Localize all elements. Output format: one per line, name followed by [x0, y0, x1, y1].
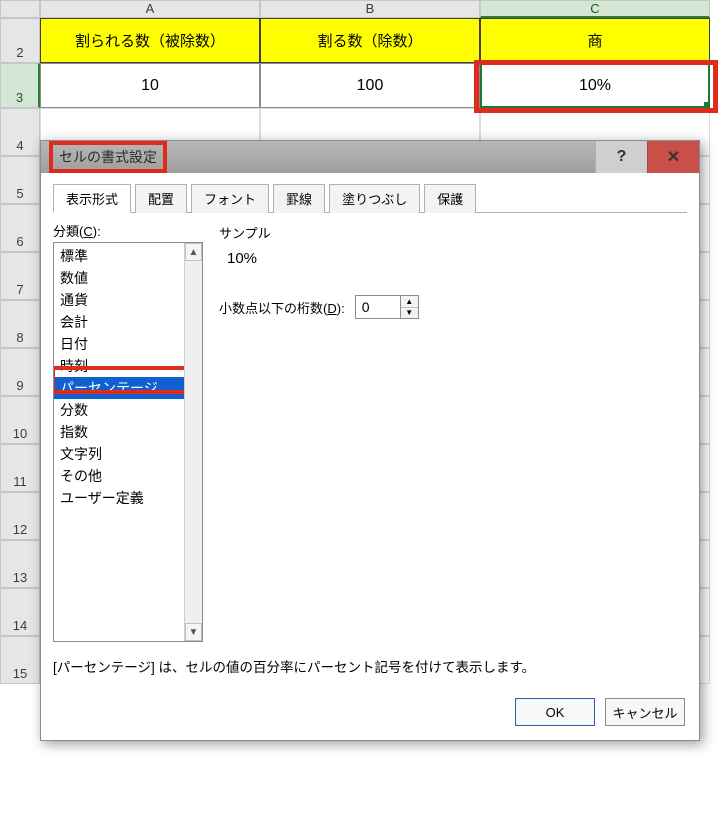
format-cells-dialog: セルの書式設定 ? ✕ 表示形式 配置 フォント 罫線 塗りつぶし 保護 分類(…: [40, 140, 700, 741]
category-item-text[interactable]: 文字列: [54, 443, 184, 465]
row-header-4[interactable]: 4: [0, 108, 40, 156]
cancel-button[interactable]: キャンセル: [605, 698, 685, 726]
row-header-12[interactable]: 12: [0, 492, 40, 540]
row-header-8[interactable]: 8: [0, 300, 40, 348]
scroll-down-icon[interactable]: ▼: [185, 623, 202, 641]
cell-A2[interactable]: 割られる数（被除数）: [40, 18, 260, 63]
decimals-input[interactable]: [356, 296, 400, 318]
dialog-close-button[interactable]: ✕: [647, 141, 699, 173]
category-item-currency[interactable]: 通貨: [54, 289, 184, 311]
ok-button[interactable]: OK: [515, 698, 595, 726]
spinner-up-icon[interactable]: ▲: [401, 296, 418, 308]
cell-B2[interactable]: 割る数（除数）: [260, 18, 480, 63]
category-item-accounting[interactable]: 会計: [54, 311, 184, 333]
row-header-2[interactable]: 2: [0, 18, 40, 63]
row-header-11[interactable]: 11: [0, 444, 40, 492]
sample-value: 10%: [219, 246, 687, 281]
category-item-number[interactable]: 数値: [54, 267, 184, 289]
category-item-standard[interactable]: 標準: [54, 245, 184, 267]
dialog-help-button[interactable]: ?: [595, 141, 647, 173]
tab-fill[interactable]: 塗りつぶし: [329, 184, 420, 213]
dialog-title-wrap: セルの書式設定: [41, 141, 175, 173]
category-item-scientific[interactable]: 指数: [54, 421, 184, 443]
category-item-fraction[interactable]: 分数: [54, 399, 184, 421]
grid-corner[interactable]: [0, 0, 40, 18]
row-header-9[interactable]: 9: [0, 348, 40, 396]
category-item-date[interactable]: 日付: [54, 333, 184, 355]
dialog-title: セルの書式設定: [49, 141, 167, 173]
scroll-up-icon[interactable]: ▲: [185, 243, 202, 261]
col-header-A[interactable]: A: [40, 0, 260, 18]
row-header-15[interactable]: 15: [0, 636, 40, 684]
tab-protection[interactable]: 保護: [424, 184, 476, 213]
decimals-label: 小数点以下の桁数(D):: [219, 298, 345, 317]
row-header-14[interactable]: 14: [0, 588, 40, 636]
tab-font[interactable]: フォント: [191, 184, 269, 213]
spreadsheet-grid: A B C 2 割られる数（被除数） 割る数（除数） 商 3 10 100 10…: [0, 0, 720, 108]
format-description: [パーセンテージ] は、セルの値の百分率にパーセント記号を付けて表示します。: [53, 656, 687, 676]
cell-C3[interactable]: 10%: [480, 63, 710, 108]
tab-border[interactable]: 罫線: [273, 184, 325, 213]
category-item-custom[interactable]: ユーザー定義: [54, 487, 184, 509]
spinner-down-icon[interactable]: ▼: [401, 308, 418, 319]
cell-C2[interactable]: 商: [480, 18, 710, 63]
dialog-tabs: 表示形式 配置 フォント 罫線 塗りつぶし 保護: [53, 183, 687, 213]
cell-B3[interactable]: 100: [260, 63, 480, 108]
row-header-5[interactable]: 5: [0, 156, 40, 204]
row-header-3[interactable]: 3: [0, 63, 40, 108]
tab-number-format[interactable]: 表示形式: [53, 184, 131, 213]
cell-A3[interactable]: 10: [40, 63, 260, 108]
category-item-special[interactable]: その他: [54, 465, 184, 487]
tab-alignment[interactable]: 配置: [135, 184, 187, 213]
sample-label: サンプル: [219, 223, 687, 242]
category-item-percentage[interactable]: パーセンテージ: [54, 377, 184, 399]
decimals-spinner[interactable]: ▲ ▼: [355, 295, 419, 319]
col-header-C[interactable]: C: [480, 0, 710, 18]
col-header-B[interactable]: B: [260, 0, 480, 18]
row-header-7[interactable]: 7: [0, 252, 40, 300]
row-header-13[interactable]: 13: [0, 540, 40, 588]
category-scrollbar[interactable]: ▲ ▼: [184, 243, 202, 641]
dialog-titlebar[interactable]: セルの書式設定 ? ✕: [41, 141, 699, 173]
row-header-10[interactable]: 10: [0, 396, 40, 444]
category-item-time[interactable]: 時刻: [54, 355, 184, 377]
row-header-6[interactable]: 6: [0, 204, 40, 252]
category-listbox[interactable]: 標準 数値 通貨 会計 日付 時刻 パーセンテージ 分数 指数 文字列 その他 …: [53, 242, 203, 642]
category-label: 分類(C):: [53, 221, 203, 240]
